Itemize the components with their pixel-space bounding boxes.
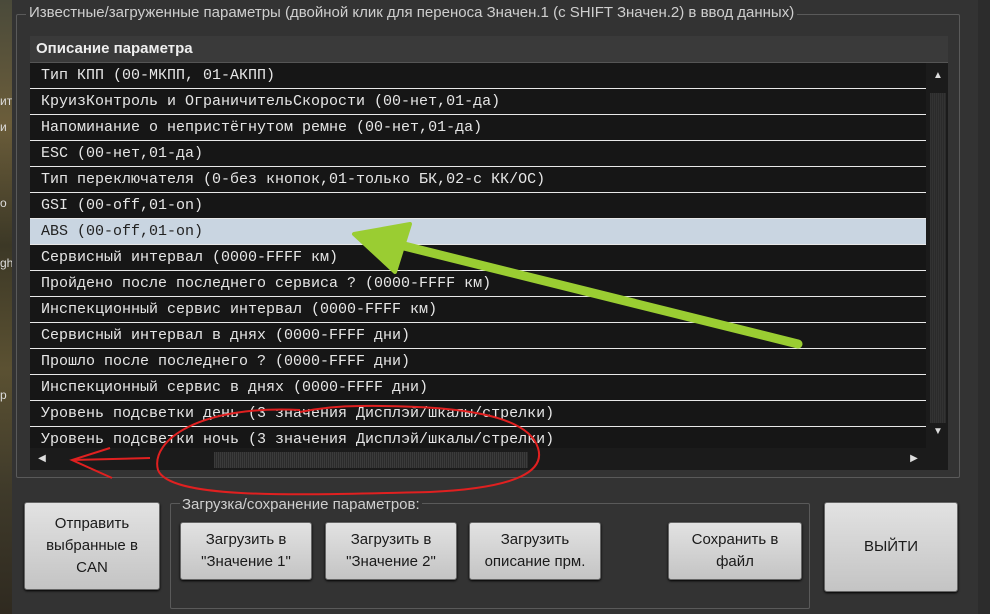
table-row[interactable]: Сервисный интервал в днях (0000-FFFF дни… xyxy=(30,323,926,349)
table-row[interactable]: Сервисный интервал (0000-FFFF км) xyxy=(30,245,926,271)
save-to-file-label: Сохранить в файл xyxy=(691,531,779,570)
table-row[interactable]: Уровень подсветки день (3 значения Диспл… xyxy=(30,401,926,427)
table-row[interactable]: ESC (00-нет,01-да) xyxy=(30,141,926,167)
exit-button[interactable]: ВЫЙТИ xyxy=(824,502,958,592)
load-value2-button[interactable]: Загрузить в "Значение 2" xyxy=(325,522,457,580)
background-text-fragment: ит xyxy=(0,94,13,108)
row-description: ABS (00-off,01-on) xyxy=(41,223,204,240)
load-description-label: Загрузить описание прм. xyxy=(484,531,586,570)
table-row[interactable]: Инспекционный сервис интервал (0000-FFFF… xyxy=(30,297,926,323)
row-description: Тип КПП (00-МКПП, 01-АКПП) xyxy=(41,67,276,84)
row-description: Сервисный интервал (0000-FFFF км) xyxy=(41,249,339,266)
column-header-description[interactable]: Описание параметра xyxy=(30,36,948,63)
table-row[interactable]: КруизКонтроль и ОграничительСкорости (00… xyxy=(30,89,926,115)
row-description: Инспекционный сервис в днях (0000-FFFF д… xyxy=(41,379,429,396)
exit-label: ВЫЙТИ xyxy=(863,538,918,555)
row-description: Тип переключателя (0-без кнопок,01-тольк… xyxy=(41,171,546,188)
row-description: Уровень подсветки день (3 значения Диспл… xyxy=(41,405,555,422)
parameters-grid[interactable]: Описание параметра Тип КПП (00-МКПП, 01-… xyxy=(30,36,948,470)
row-description: Пройдено после последнего сервиса ? (000… xyxy=(41,275,492,292)
load-value1-button[interactable]: Загрузить в "Значение 1" xyxy=(180,522,312,580)
row-description: КруизКонтроль и ОграничительСкорости (00… xyxy=(41,93,501,110)
table-row[interactable]: Тип КПП (00-МКПП, 01-АКПП) xyxy=(30,63,926,89)
vertical-scroll-thumb[interactable] xyxy=(930,93,946,423)
send-to-can-label: Отправить выбранные в CAN xyxy=(46,515,138,576)
row-description: Прошло после последнего ? (0000-FFFF дни… xyxy=(41,353,411,370)
table-row[interactable]: Напоминание о непристёгнутом ремне (00-н… xyxy=(30,115,926,141)
background-text-fragment: и xyxy=(0,120,7,134)
vertical-scrollbar[interactable]: ▲ ▼ xyxy=(928,63,948,448)
table-row[interactable]: Уровень подсветки ночь (3 значения Диспл… xyxy=(30,427,926,448)
column-header-label: Описание параметра xyxy=(36,40,193,57)
load-value1-label: Загрузить в "Значение 1" xyxy=(201,531,291,570)
parameters-group-title: Известные/загруженные параметры (двойной… xyxy=(26,4,798,21)
table-row[interactable]: Тип переключателя (0-без кнопок,01-тольк… xyxy=(30,167,926,193)
table-row[interactable]: Инспекционный сервис в днях (0000-FFFF д… xyxy=(30,375,926,401)
table-row[interactable]: GSI (00-off,01-on) xyxy=(30,193,926,219)
scroll-right-icon[interactable]: ▶ xyxy=(904,454,924,464)
table-row-selected[interactable]: ABS (00-off,01-on) xyxy=(30,219,926,245)
load-save-group-title: Загрузка/сохранение параметров: xyxy=(180,496,422,513)
row-description: Напоминание о непристёгнутом ремне (00-н… xyxy=(41,119,483,136)
row-description: Уровень подсветки ночь (3 значения Диспл… xyxy=(41,431,555,448)
load-value2-label: Загрузить в "Значение 2" xyxy=(346,531,436,570)
background-text-fragment: о xyxy=(0,196,7,210)
table-row[interactable]: Пройдено после последнего сервиса ? (000… xyxy=(30,271,926,297)
load-description-button[interactable]: Загрузить описание прм. xyxy=(469,522,601,580)
background-window-strip: ит и о gh р xyxy=(0,0,13,614)
table-row[interactable]: Прошло после последнего ? (0000-FFFF дни… xyxy=(30,349,926,375)
scroll-left-icon[interactable]: ◀ xyxy=(32,454,52,464)
horizontal-scrollbar[interactable]: ◀ ▶ xyxy=(30,448,948,470)
grid-rows: Тип КПП (00-МКПП, 01-АКПП) КруизКонтроль… xyxy=(30,63,926,448)
save-to-file-button[interactable]: Сохранить в файл xyxy=(668,522,802,580)
scroll-up-icon[interactable]: ▲ xyxy=(928,71,948,81)
row-description: Инспекционный сервис интервал (0000-FFFF… xyxy=(41,301,438,318)
background-text-fragment: р xyxy=(0,388,7,402)
window-border xyxy=(978,0,990,614)
send-to-can-button[interactable]: Отправить выбранные в CAN xyxy=(24,502,160,590)
row-description: Сервисный интервал в днях (0000-FFFF дни… xyxy=(41,327,411,344)
row-description: GSI (00-off,01-on) xyxy=(41,197,204,214)
scroll-down-icon[interactable]: ▼ xyxy=(928,427,948,437)
row-description: ESC (00-нет,01-да) xyxy=(41,145,204,162)
horizontal-scroll-thumb[interactable] xyxy=(214,452,528,468)
